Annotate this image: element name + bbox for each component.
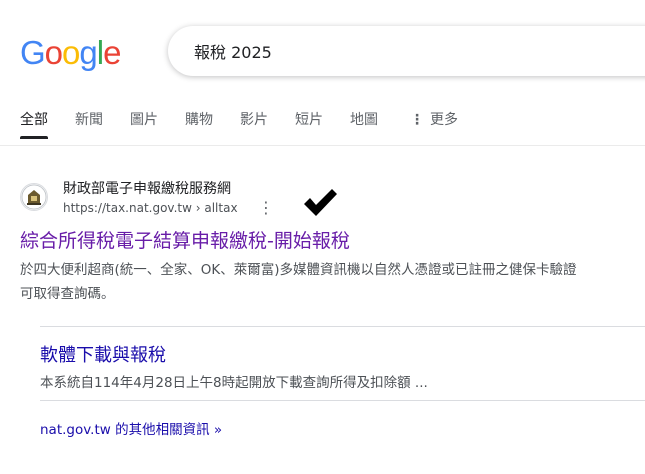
logo-letter: g: [79, 34, 97, 71]
snippet-line: 可取得查詢碼。: [20, 286, 115, 302]
search-tabs: 全部 新聞 圖片 購物 影片 短片 地圖 ⋮ 更多: [0, 104, 645, 144]
tab-maps[interactable]: 地圖: [350, 110, 378, 136]
tab-more[interactable]: ⋮ 更多: [410, 110, 458, 136]
tab-images[interactable]: 圖片: [130, 110, 158, 136]
more-vert-icon[interactable]: ⋮: [258, 198, 274, 218]
sitelink-title-link[interactable]: 軟體下載與報稅: [40, 341, 166, 367]
tab-shopping[interactable]: 購物: [185, 110, 213, 136]
sitelink-divider: [40, 326, 645, 327]
search-box: [168, 26, 645, 76]
more-vert-icon: ⋮: [410, 112, 424, 128]
tab-all[interactable]: 全部: [20, 110, 48, 139]
logo-letter: G: [20, 34, 46, 71]
tab-short-videos[interactable]: 短片: [295, 110, 323, 136]
google-logo[interactable]: Google: [20, 33, 121, 73]
ministry-seal-icon[interactable]: [20, 183, 48, 211]
logo-letter: e: [103, 34, 121, 71]
result-title-link[interactable]: 綜合所得稅電子結算申報繳稅-開始報稅: [20, 226, 350, 253]
tab-news[interactable]: 新聞: [75, 110, 103, 136]
tab-videos[interactable]: 影片: [240, 110, 268, 136]
search-input[interactable]: [194, 26, 594, 76]
result-url[interactable]: https://tax.nat.gov.tw › alltax: [63, 201, 238, 215]
search-results-page: Google 全部 新聞 圖片 購物 影片 短片 地圖 ⋮ 更多 財政部電子申報繳…: [0, 0, 645, 474]
tabs-divider: [0, 145, 645, 146]
more-results-link[interactable]: nat.gov.tw 的其他相關資訊 »: [40, 418, 222, 438]
snippet-line: 於四大便利超商(統一、全家、OK、萊爾富)多媒體資訊機以自然人憑證或已註冊之健保…: [20, 262, 577, 278]
checkmark-icon: [304, 189, 337, 216]
result-snippet: 於四大便利超商(統一、全家、OK、萊爾富)多媒體資訊機以自然人憑證或已註冊之健保…: [20, 258, 645, 306]
logo-letter: o: [44, 34, 63, 71]
logo-letter: o: [62, 34, 80, 71]
tab-more-label: 更多: [430, 112, 458, 128]
sitelink-divider: [40, 400, 645, 401]
sitelink-description: 本系統自114年4月28日上午8時起開放下載查詢所得及扣除額 ...: [40, 375, 428, 391]
result-site-name[interactable]: 財政部電子申報繳稅服務網: [63, 178, 231, 198]
